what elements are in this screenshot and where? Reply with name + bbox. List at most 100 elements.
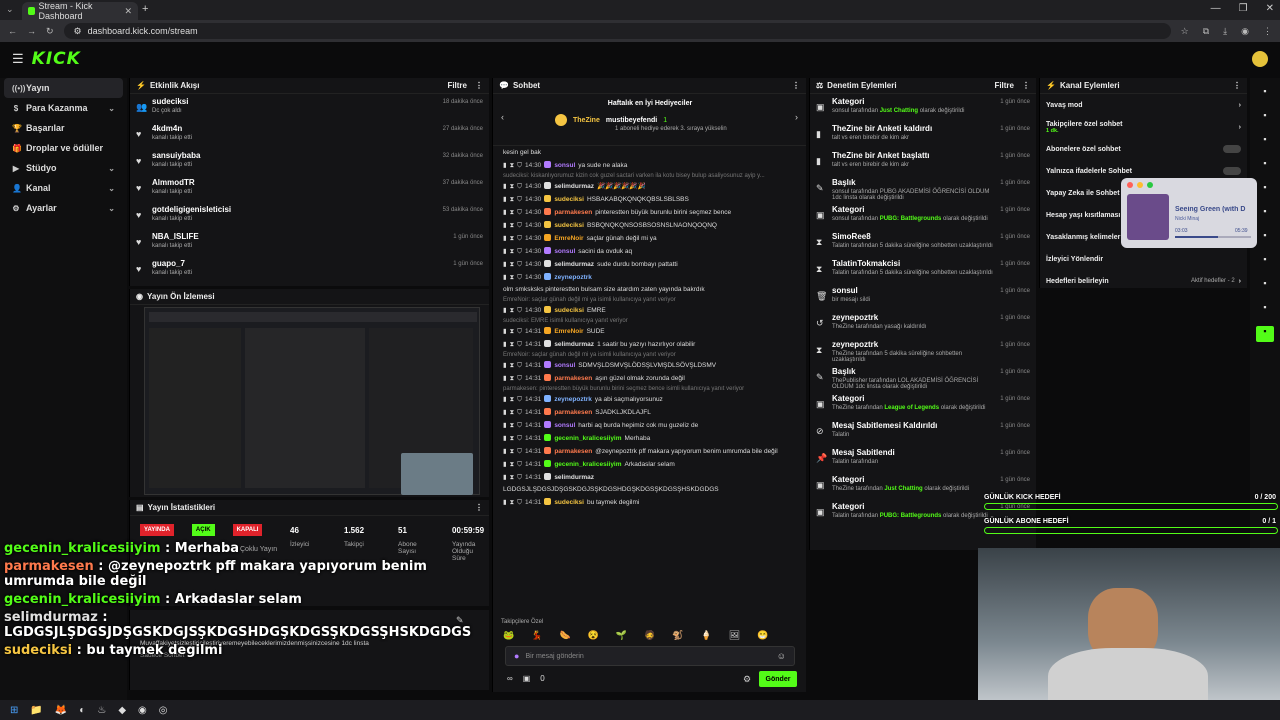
chat-username[interactable]: sonsul xyxy=(554,247,575,256)
emote-8-icon[interactable]: 🍦 xyxy=(701,630,712,641)
mic-icon[interactable]: ● xyxy=(514,651,519,661)
hamburger-menu-icon[interactable]: ☰ xyxy=(12,51,24,67)
mod-action-item[interactable]: ⧗ zeynepoztrk TheZine tarafından 5 dakika … xyxy=(810,337,1036,364)
pin-icon[interactable]: ▮ xyxy=(503,460,507,469)
chat-username[interactable]: gecenin_kralicesiiyim xyxy=(554,460,621,469)
chat-username[interactable]: sonsul xyxy=(554,361,575,370)
chat-message[interactable]: ▮ ⧗ ⛉ 14:31 zeynepoztrk ya abi saçmalıyorsunu… xyxy=(493,393,806,406)
hourglass-icon[interactable]: ⧗ xyxy=(510,208,515,217)
scan-icon[interactable]: ▪ xyxy=(1256,182,1274,198)
hourglass-icon[interactable]: ⧗ xyxy=(510,395,515,404)
channel-action-item[interactable]: Yavaş mod › xyxy=(1040,94,1247,116)
sidebar-item-1[interactable]: $ Para Kazanma ⌄ xyxy=(4,98,123,118)
sidebar-item-4[interactable]: ▶ Stüdyo ⌄ xyxy=(4,158,123,178)
sidebar-item-5[interactable]: 👤 Kanal ⌄ xyxy=(4,178,123,198)
hourglass-icon[interactable]: ⧗ xyxy=(510,361,515,370)
new-tab-icon[interactable]: + xyxy=(142,3,148,15)
chat-message[interactable]: ▮ ⧗ ⛉ 14:30 parmakesen pinterestten büyük bur… xyxy=(493,206,806,219)
chat-message[interactable]: ▮ ⧗ ⛉ 14:31 parmakesen SJADKLJKDLAJFL xyxy=(493,406,806,419)
hourglass-icon[interactable]: ⧗ xyxy=(510,182,515,191)
browser-tab[interactable]: Stream - Kick Dashboard ✕ xyxy=(22,1,138,21)
shield-icon[interactable]: ⛉ xyxy=(517,273,522,282)
lightning-icon[interactable]: ▪ xyxy=(1256,158,1274,174)
hourglass-icon[interactable]: ⧗ xyxy=(510,374,515,383)
stats-more-icon[interactable]: ⋮ xyxy=(475,503,483,512)
spotify-widget[interactable]: Seeing Green (with D Nicki Minaj 03:03 0… xyxy=(1121,178,1257,248)
minimize-icon[interactable]: — xyxy=(1211,3,1221,14)
chevron-right-icon[interactable]: › xyxy=(1239,278,1241,285)
channel-more-icon[interactable]: ⋮ xyxy=(1233,81,1241,90)
mod-action-item[interactable]: ▣ Kategori sonsul tarafından PUBG: Battleg… xyxy=(810,202,1036,229)
emote-1-icon[interactable]: 🐸 xyxy=(503,630,514,641)
firefox-icon[interactable]: 🦊 xyxy=(55,705,67,716)
chat-message[interactable]: ▮ ⧗ ⛉ 14:30 sonsul ya sude ne alaka xyxy=(493,159,806,172)
shield-icon[interactable]: ⛉ xyxy=(517,408,522,417)
url-input[interactable]: ⚙ dashboard.kick.com/stream xyxy=(63,23,1171,39)
chat-username[interactable]: zeynepoztrk xyxy=(554,273,592,282)
shield-icon[interactable]: ⛉ xyxy=(517,260,522,269)
sidebar-item-0[interactable]: ((•)) Yayın xyxy=(4,78,123,98)
sidebar-item-2[interactable]: 🏆 Başarılar xyxy=(4,118,123,138)
mod-action-item[interactable]: ▣ Kategori TheZine tarafından League of Le… xyxy=(810,391,1036,418)
mod-action-item[interactable]: ⧗ SimoRee8 Talatin tarafından 5 dakika sür… xyxy=(810,229,1036,256)
chat-username[interactable]: sudeciksi xyxy=(554,221,584,230)
chat-username[interactable]: parmakesen xyxy=(554,208,592,217)
mod-action-item[interactable]: ⊘ Mesaj Sabitlemesi Kaldırıldı Talatin 1 gü… xyxy=(810,418,1036,445)
chevron-right-icon[interactable]: › xyxy=(1239,102,1241,109)
shield-icon[interactable]: ⛉ xyxy=(517,473,522,482)
activity-item[interactable]: ♥ AlmmodTR kanalı takip etti 37 dakika önce xyxy=(130,175,489,202)
pin-icon[interactable]: ▮ xyxy=(503,374,507,383)
chat-message[interactable]: ▮ ⧗ ⛉ 14:30 sudeciksi BSBQNQKQNSOSBSOSNSLNAON… xyxy=(493,219,806,232)
activity-more-icon[interactable]: ⋮ xyxy=(475,81,483,90)
close-tab-icon[interactable]: ✕ xyxy=(124,6,132,17)
info-icon[interactable]: ▪ xyxy=(1256,86,1274,102)
chat-username[interactable]: parmakesen xyxy=(554,447,592,456)
emote-10-icon[interactable]: 😁 xyxy=(757,630,768,641)
browser-menu-icon[interactable]: ⋮ xyxy=(1263,26,1272,37)
close-window-icon[interactable]: ✕ xyxy=(1266,3,1274,14)
chevron-right-icon[interactable]: › xyxy=(1239,124,1241,131)
mod-action-item[interactable]: ✎ Başlık ThePublisher tarafından LOL AKADE… xyxy=(810,364,1036,391)
hourglass-icon[interactable]: ⧗ xyxy=(510,421,515,430)
chat-username[interactable]: parmakesen xyxy=(554,374,592,383)
chat-input[interactable]: ● Bir mesaj gönderin ☺ xyxy=(505,646,795,666)
hourglass-icon[interactable]: ⧗ xyxy=(510,447,515,456)
channel-action-item[interactable]: Hedefleri belirleyin Aktif hedefler - 2 › xyxy=(1040,270,1247,292)
pencil-icon[interactable]: ▪ xyxy=(1256,110,1274,126)
reload-icon[interactable]: ↻ xyxy=(46,26,54,37)
dot-red-icon[interactable] xyxy=(1127,182,1133,188)
back-icon[interactable]: ← xyxy=(8,26,17,36)
radio-icon[interactable]: ▪ xyxy=(1256,230,1274,246)
chevron-down-icon[interactable]: ⌄ xyxy=(108,164,115,173)
pin-icon[interactable]: ▮ xyxy=(503,327,507,336)
chat-username[interactable]: selimdurmaz xyxy=(554,473,594,482)
site-info-icon[interactable]: ⚙ xyxy=(74,26,82,37)
pin-icon[interactable]: ▮ xyxy=(503,182,507,191)
chat-message[interactable]: ▮ ⧗ ⛉ 14:30 selimdurmaz sude durdu bombayı pa… xyxy=(493,258,806,271)
chevron-down-icon[interactable]: ⌄ xyxy=(108,104,115,113)
shield-icon[interactable]: ⛉ xyxy=(517,195,522,204)
chevron-down-icon[interactable]: ⌄ xyxy=(108,184,115,193)
chat-username[interactable]: selimdurmaz xyxy=(554,182,594,191)
chrome-icon[interactable]: ◎ xyxy=(159,705,168,716)
mod-action-item[interactable]: ↺ zeynepoztrk TheZine tarafından yasağı ka… xyxy=(810,310,1036,337)
dot-green-icon[interactable] xyxy=(1147,182,1153,188)
chat-username[interactable]: parmakesen xyxy=(554,408,592,417)
mod-more-icon[interactable]: ⋮ xyxy=(1022,81,1030,90)
pin-icon[interactable]: ▮ xyxy=(503,273,507,282)
emoji-picker-icon[interactable]: ☺ xyxy=(777,651,786,661)
channel-action-item[interactable]: İzleyici Yönlendir xyxy=(1040,248,1247,270)
pin-icon[interactable]: ▮ xyxy=(503,208,507,217)
gift-icon[interactable]: ▣ xyxy=(523,674,531,683)
pin-icon[interactable]: ▮ xyxy=(503,361,507,370)
profile-icon[interactable]: ◉ xyxy=(1241,26,1249,37)
shield-icon[interactable]: ⛉ xyxy=(517,306,522,315)
chat-message[interactable]: ▮ ⧗ ⛉ 14:30 EmreNoir saçlar günah değil mi ya xyxy=(493,232,806,245)
shield-icon[interactable]: ⛉ xyxy=(517,374,522,383)
activity-item[interactable]: ♥ sansuiybaba kanalı takip etti 32 dakika ö… xyxy=(130,148,489,175)
hourglass-icon[interactable]: ⧗ xyxy=(510,473,515,482)
mod-action-item[interactable]: 🗑 sonsul bir mesajı sildi 1 gün önce xyxy=(810,283,1036,310)
mod-action-item[interactable]: ✎ Başlık sonsul tarafından PUBG AKADEMİSİ … xyxy=(810,175,1036,202)
user-avatar[interactable] xyxy=(1252,51,1268,67)
hourglass-icon[interactable]: ⧗ xyxy=(510,195,515,204)
